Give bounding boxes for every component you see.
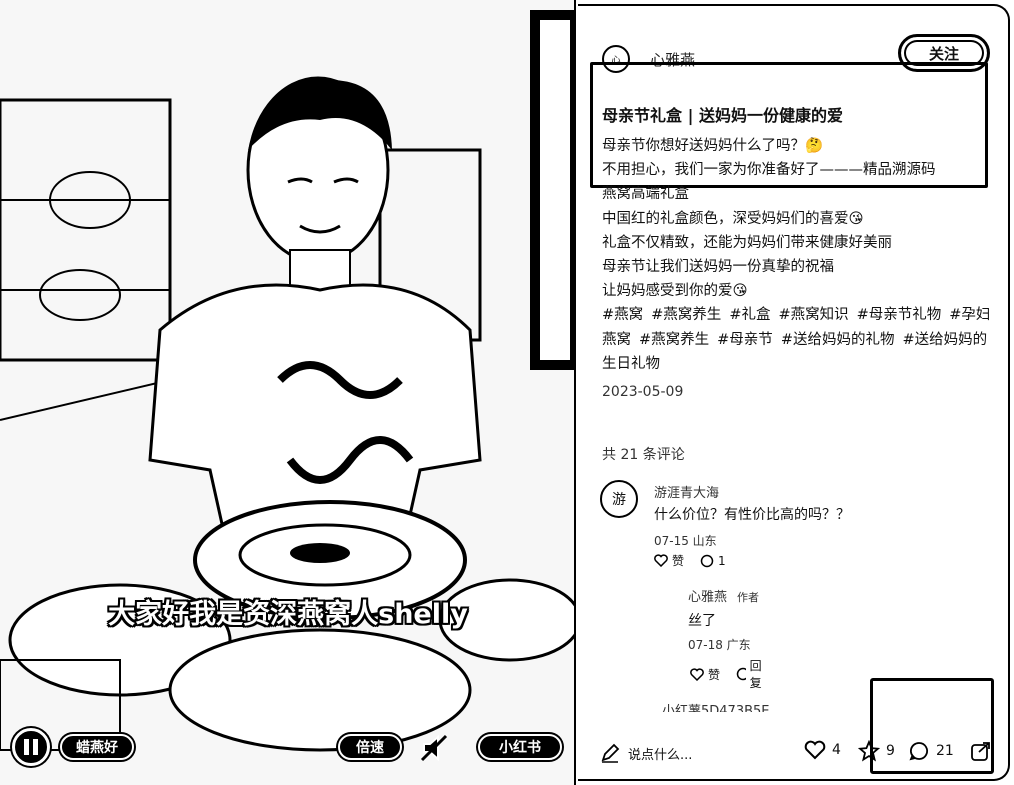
pen-icon [601,743,620,763]
comments-button[interactable]: 21 [908,740,954,762]
reply-button[interactable]: 回复 [736,657,766,691]
author-badge: 作者 [737,591,760,604]
tag-link[interactable]: #母亲节 [717,332,773,348]
comment-input[interactable]: 说点什么... [600,740,692,766]
pause-button[interactable] [12,728,50,766]
like-button[interactable]: 赞 [654,552,684,569]
collect-button[interactable]: 9 [858,740,895,762]
next-comment-author: 小红薯5D473B5E [662,704,770,712]
like-button[interactable]: 4 [804,740,841,760]
speed-button[interactable]: 倍速 [338,734,402,760]
heart-icon [654,554,668,567]
chat-bubble-icon [736,667,746,681]
note-panel: 心 心雅燕 关注 母亲节礼盒 | 送妈妈一份健康的爱 母亲节你想好送妈妈什么了吗… [578,4,1010,781]
comment-actions: 赞 1 [654,552,742,569]
share-button[interactable] [970,740,998,762]
note-line: 不用担心，我们一家为你准备好了———精品溯源码 [602,162,936,179]
tag-link[interactable]: #燕窝养生 [639,332,709,348]
comment-placeholder: 说点什么... [628,747,693,763]
volume-icon[interactable] [420,734,448,762]
video-player[interactable]: 大家好我是资深燕窝人shelly 蜡燕好 倍速 小红书 [0,0,576,785]
author-row[interactable]: 心 心雅燕 [602,44,695,74]
note-line: 中国红的礼盒颜色，深受妈妈们的喜爱😘 [602,210,864,227]
comment-text: 什么价位？有性价比高的吗？？ [654,507,850,523]
share-icon [971,742,990,761]
video-author-label: 蜡燕好 [76,740,118,756]
tag-link[interactable]: #燕窝 [602,307,643,323]
note-line: 母亲节你想好送妈妈什么了吗？🤔 [602,138,824,154]
speed-label: 倍速 [356,740,384,756]
heart-icon [690,667,704,681]
tag-link[interactable]: #送给妈妈的礼物 [781,332,895,348]
bottom-action-bar: 说点什么... 4 9 21 [578,730,1010,776]
reply-button[interactable]: 1 [700,554,726,568]
heart-icon [804,740,826,760]
comment-actions: 赞 回复 [690,657,782,691]
xiaohongshu-button[interactable]: 小红书 [478,734,562,760]
tag-list: #燕窝 #燕窝养生 #礼盒 #燕窝知识 #母亲节礼物 #孕妇燕窝 #燕窝养生 #母亲节 #送给妈… [602,303,994,376]
note-line: 让妈妈感受到你的爱😘 [602,283,748,300]
comment-meta: 07-15 山东 [654,534,717,548]
avatar[interactable]: 游 [600,480,638,518]
chat-bubble-icon [909,742,928,761]
tag-link[interactable]: #燕窝养生 [651,307,721,323]
author-name[interactable]: 心雅燕 [650,49,695,70]
comment-total: 21 [936,743,954,759]
follow-label: 关注 [928,44,959,63]
chat-bubble-icon [700,554,714,567]
note-title: 母亲节礼盒 | 送妈妈一份健康的爱 [602,106,843,125]
note-line: 母亲节让我们送妈妈一份真挚的祝福 [602,259,834,276]
star-icon [858,740,880,762]
comment-count: 共 21 条评论 [602,447,685,463]
note-line: 礼盒不仅精致，还能为妈妈们带来健康好美丽 [602,234,892,251]
brand-label: 小红书 [499,740,541,756]
note-line: 燕窝高端礼盒 [602,186,689,203]
video-frame [0,0,574,785]
note-date: 2023-05-09 [602,384,684,400]
video-author-pill[interactable]: 蜡燕好 [60,734,134,760]
collect-count: 9 [886,743,895,759]
comment-author[interactable]: 游涯青大海 [654,482,719,501]
avatar[interactable] [658,588,678,608]
like-button[interactable]: 赞 [690,666,720,683]
pause-icon [24,739,29,755]
like-count: 4 [832,742,841,758]
video-control-bar: 蜡燕好 倍速 小红书 [0,722,574,772]
avatar[interactable]: 心 [602,45,630,73]
follow-button[interactable]: 关注 [898,34,990,72]
note-body: 母亲节你想好送妈妈什么了吗？🤔 不用担心，我们一家为你准备好了———精品溯源码 … [602,134,994,376]
comment-text: 丝了 [688,613,716,629]
tag-link[interactable]: #燕窝知识 [778,307,848,323]
tag-link[interactable]: #母亲节礼物 [857,307,942,323]
video-subtitle: 大家好我是资深燕窝人shelly [108,599,468,630]
comment-author[interactable]: 心雅燕 作者 [688,586,759,605]
tag-link[interactable]: #礼盒 [729,307,770,323]
comment-meta: 07-18 广东 [688,638,751,652]
